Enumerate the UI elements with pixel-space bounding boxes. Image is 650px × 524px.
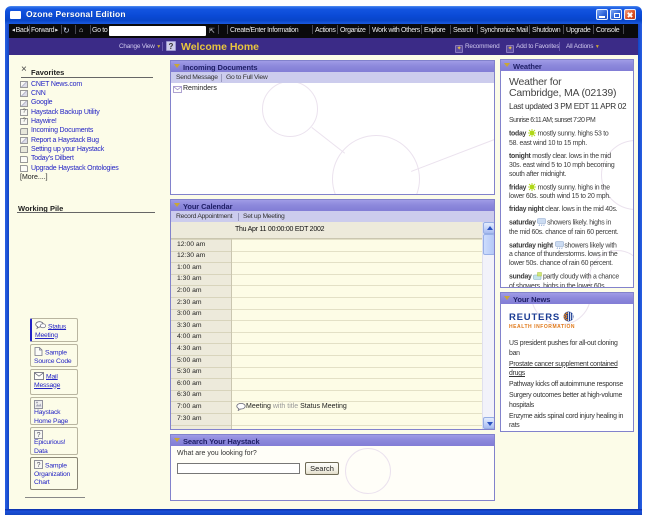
svg-text:?: ? (37, 432, 41, 439)
svg-text:?: ? (37, 462, 41, 469)
